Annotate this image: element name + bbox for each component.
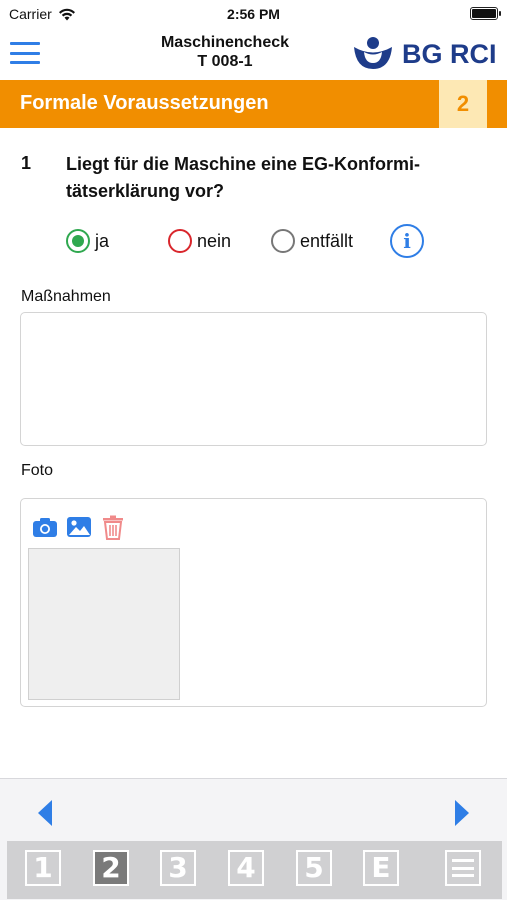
logo-emblem-icon <box>354 37 392 69</box>
option-ja-label: ja <box>95 230 110 251</box>
battery-icon <box>470 7 501 20</box>
option-nein[interactable]: nein <box>168 224 231 258</box>
option-entfaellt-label: entfällt <box>300 230 354 251</box>
question-number: 1 <box>21 153 32 173</box>
previous-arrow-icon[interactable] <box>34 799 58 827</box>
section-header: Formale Voraussetzungen 2 <box>0 80 507 128</box>
image-icon[interactable] <box>66 514 92 540</box>
logo-text: BG RCI <box>402 38 497 69</box>
tab-3[interactable]: 3 <box>160 850 196 886</box>
radio-nein-icon[interactable] <box>168 229 192 253</box>
photo-label: Foto <box>21 462 54 479</box>
measures-textarea[interactable] <box>20 312 487 446</box>
radio-entfaellt-icon[interactable] <box>271 229 295 253</box>
bg-rci-logo: BG RCI <box>352 36 502 72</box>
tab-menu-icon[interactable] <box>445 850 481 886</box>
photo-toolbar <box>32 514 126 540</box>
section-number-badge: 2 <box>439 80 487 128</box>
option-entfaellt[interactable]: entfällt <box>271 224 353 258</box>
info-icon[interactable]: i <box>390 224 424 258</box>
option-ja[interactable]: ja <box>66 224 109 258</box>
navigation-bar: Maschinencheck T 008-1 BG RCI <box>0 28 507 80</box>
camera-icon[interactable] <box>32 514 58 540</box>
tab-bar: 1 2 3 4 5 E <box>7 841 502 899</box>
bottom-navigation: 1 2 3 4 5 E <box>0 778 507 900</box>
answer-options: ja nein entfällt i <box>66 224 446 258</box>
status-bar: Carrier 2:56 PM <box>0 0 507 28</box>
measures-label: Maßnahmen <box>21 288 111 305</box>
question-text: Liegt für die Maschine eine EG-Konformi­… <box>66 154 421 201</box>
photo-placeholder[interactable] <box>28 548 180 700</box>
tab-5[interactable]: 5 <box>296 850 332 886</box>
tab-2[interactable]: 2 <box>93 850 129 886</box>
clock: 2:56 PM <box>227 6 280 22</box>
tab-1[interactable]: 1 <box>25 850 61 886</box>
radio-ja-selected-icon[interactable] <box>66 229 90 253</box>
tab-e[interactable]: E <box>363 850 399 886</box>
photo-box <box>20 498 487 707</box>
tab-4[interactable]: 4 <box>228 850 264 886</box>
section-title: Formale Voraussetzungen <box>20 92 269 114</box>
trash-icon[interactable] <box>100 514 126 540</box>
next-arrow-icon[interactable] <box>449 799 473 827</box>
option-nein-label: nein <box>197 230 232 251</box>
